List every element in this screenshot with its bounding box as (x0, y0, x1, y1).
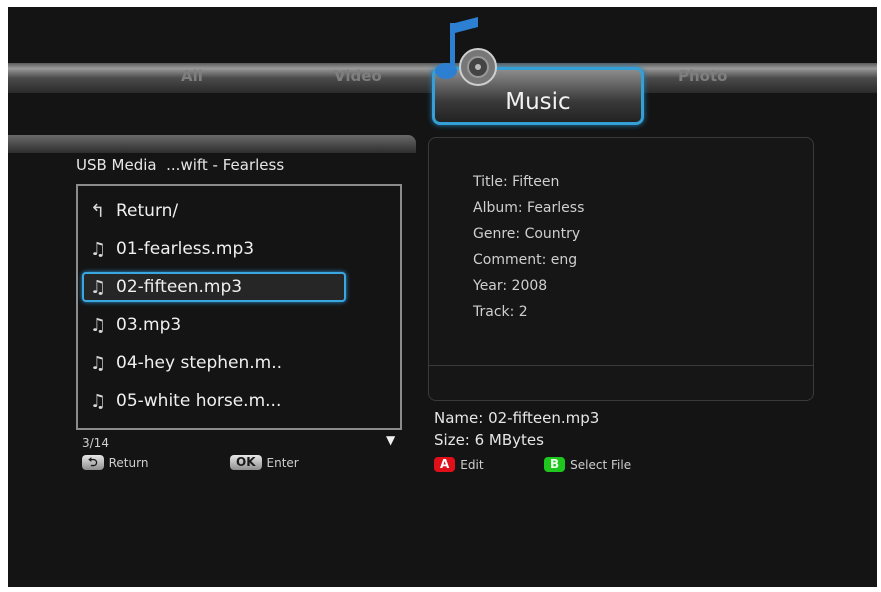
enter-hint[interactable]: OK Enter (230, 455, 299, 470)
b-key-icon: B (544, 457, 566, 472)
tab-photo[interactable]: Photo (678, 67, 727, 85)
track-info-panel: Title: Fifteen Album: Fearless Genre: Co… (428, 137, 814, 401)
list-item[interactable]: ♫ 05-white horse.m... (90, 388, 281, 414)
list-item-label: 04-hey stephen.m.. (116, 353, 283, 373)
list-item[interactable]: ♫ 03.mp3 (90, 312, 181, 338)
browser-panel-header (8, 135, 416, 153)
list-item-label: 03.mp3 (116, 315, 182, 335)
info-album: Album: Fearless (473, 200, 585, 216)
enter-hint-label: Enter (266, 455, 299, 470)
music-note-icon: ♫ (90, 238, 107, 260)
tab-video[interactable]: Video (334, 67, 382, 85)
select-file-action-label: Select File (570, 457, 632, 472)
file-size: Size: 6 MBytes (434, 431, 544, 449)
list-item-return[interactable]: ↰ Return/ (90, 198, 178, 224)
scroll-down-icon[interactable]: ▼ (386, 433, 395, 447)
list-item-selected[interactable]: ♫ 02-fifteen.mp3 (82, 272, 346, 302)
list-item-label: 05-white horse.m... (116, 391, 282, 411)
info-title: Title: Fifteen (473, 174, 560, 190)
list-item[interactable]: ♫ 01-fearless.mp3 (90, 236, 254, 262)
return-key-icon: ⮌ (82, 455, 104, 470)
media-player-screen: All Video Photo Music USB Media ...wift … (8, 7, 877, 587)
music-note-icon: ♫ (90, 352, 107, 374)
file-name: Name: 02-fifteen.mp3 (434, 409, 600, 427)
list-item-label: 01-fearless.mp3 (116, 239, 255, 259)
info-panel-footer (429, 365, 813, 400)
info-year: Year: 2008 (473, 278, 548, 294)
a-key-icon: A (434, 457, 456, 472)
edit-action-label: Edit (460, 457, 484, 472)
return-arrow-icon: ↰ (90, 200, 106, 222)
music-note-icon: ♫ (90, 276, 107, 298)
list-item[interactable]: ♫ 04-hey stephen.m.. (90, 350, 282, 376)
file-list: ↰ Return/ ♫ 01-fearless.mp3 ♫ 02-fifteen… (76, 184, 402, 430)
list-item-label: 02-fifteen.mp3 (116, 277, 243, 297)
edit-action[interactable]: A Edit (434, 457, 484, 472)
return-hint[interactable]: ⮌ Return (82, 455, 148, 470)
item-counter: 3/14 (82, 436, 109, 450)
music-speaker-icon (435, 17, 497, 86)
select-file-action[interactable]: B Select File (544, 457, 631, 472)
info-comment: Comment: eng (473, 252, 578, 268)
breadcrumb: USB Media ...wift - Fearless (76, 156, 285, 174)
music-note-icon: ♫ (90, 390, 107, 412)
ok-key-icon: OK (230, 455, 262, 470)
info-genre: Genre: Country (473, 226, 581, 242)
info-track: Track: 2 (473, 304, 528, 320)
return-hint-label: Return (108, 455, 149, 470)
music-note-icon: ♫ (90, 314, 107, 336)
list-item-label: Return/ (116, 201, 179, 221)
tab-all[interactable]: All (181, 67, 203, 85)
tab-music-label: Music (505, 89, 571, 115)
